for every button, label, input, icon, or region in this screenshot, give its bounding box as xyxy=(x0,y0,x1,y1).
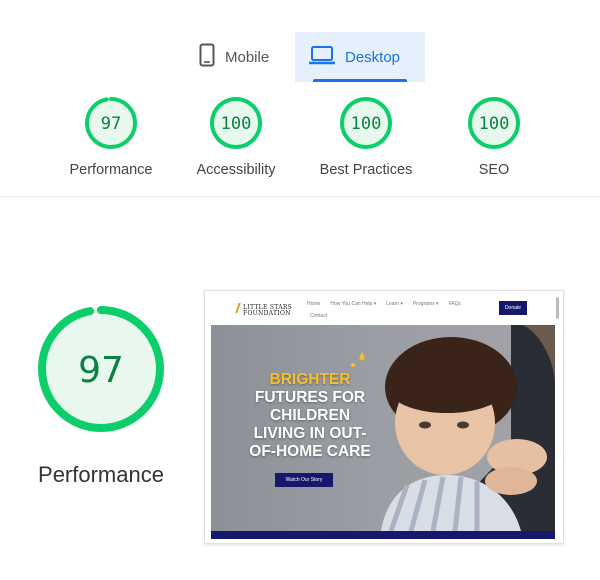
hero-line: FUTURES FOR xyxy=(254,389,366,406)
score-value: 100 xyxy=(351,114,382,134)
footer-bar xyxy=(211,531,555,539)
hero-line: OF-HOME CARE xyxy=(249,443,371,460)
nav-link: How You Can Help ▾ xyxy=(330,301,377,307)
hero-line: LIVING IN OUT- xyxy=(253,425,367,442)
main-score: 97 Performance xyxy=(36,304,166,488)
score-value: 100 xyxy=(479,114,510,134)
score-seo[interactable]: 100 SEO xyxy=(424,96,564,178)
score-label: Best Practices xyxy=(319,162,413,178)
nav-link: Programs ▾ xyxy=(412,301,439,307)
scrollbar xyxy=(556,297,559,319)
main-score-label: Performance xyxy=(38,462,164,487)
score-value: 100 xyxy=(221,114,252,134)
score-accessibility[interactable]: 100 Accessibility xyxy=(166,96,306,178)
score-label: Performance xyxy=(69,162,153,178)
hero-headline: BRIGHTER FUTURES FOR CHILDREN LIVING IN … xyxy=(235,371,385,461)
score-value: 97 xyxy=(101,114,121,134)
page-screenshot[interactable]: LITTLE STARS FOUNDATION Home How You Can… xyxy=(204,290,564,544)
score-best-practices[interactable]: 100 Best Practices xyxy=(296,96,436,178)
tab-desktop-label: Desktop xyxy=(345,48,401,66)
nav-link: Learn ▾ xyxy=(386,301,403,307)
hero-banner: BRIGHTER FUTURES FOR CHILDREN LIVING IN … xyxy=(211,325,555,531)
smartphone-icon xyxy=(199,43,215,72)
nav-link: Contact xyxy=(310,313,328,319)
gauge-best-practices: 100 xyxy=(339,96,393,150)
score-label: Accessibility xyxy=(196,162,276,178)
watch-story-button: Watch Our Story xyxy=(275,473,333,487)
nav-link: Home xyxy=(307,301,321,307)
divider xyxy=(0,196,600,197)
site-logo: LITTLE STARS FOUNDATION xyxy=(243,304,293,317)
gauge-main: 97 xyxy=(36,304,166,434)
hero-accent: BRIGHTER xyxy=(269,371,351,388)
donate-button: Donate xyxy=(499,301,527,315)
tab-mobile-label: Mobile xyxy=(225,48,270,66)
gauge-accessibility: 100 xyxy=(209,96,263,150)
hero-line: CHILDREN xyxy=(269,407,351,424)
device-tabs: Mobile Desktop xyxy=(185,32,425,82)
laptop-icon xyxy=(309,45,335,70)
site-nav-links: Home How You Can Help ▾ Learn ▾ Programs… xyxy=(307,301,461,307)
nav-link: FAQs xyxy=(448,301,461,307)
tab-desktop[interactable]: Desktop xyxy=(295,32,425,82)
site-header: LITTLE STARS FOUNDATION Home How You Can… xyxy=(205,291,563,325)
score-performance[interactable]: 97 Performance xyxy=(41,96,181,178)
gauge-performance: 97 xyxy=(84,96,138,150)
gauge-seo: 100 xyxy=(467,96,521,150)
score-label: SEO xyxy=(478,162,510,178)
tab-mobile[interactable]: Mobile xyxy=(185,32,295,82)
main-score-value: 97 xyxy=(78,350,124,391)
